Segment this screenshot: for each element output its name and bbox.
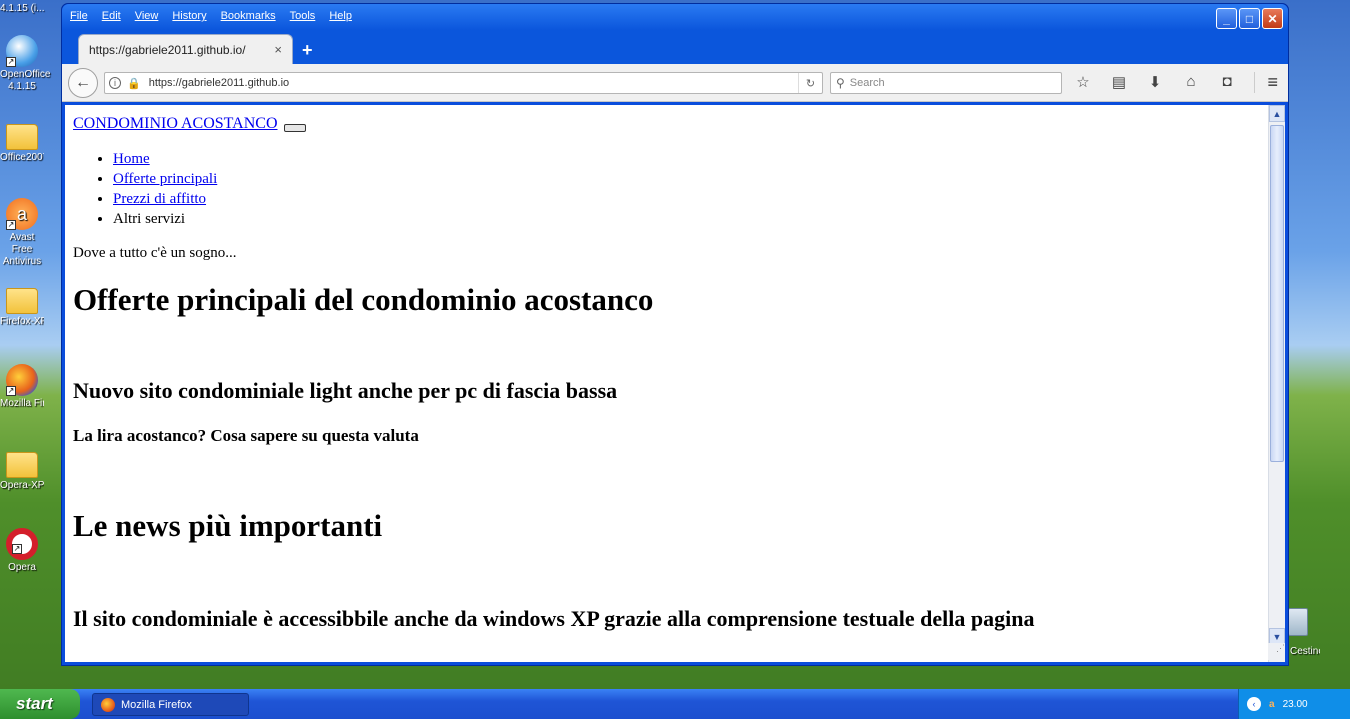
nav-item-offers: Offerte principali [113, 169, 1261, 189]
search-placeholder: Search [849, 77, 885, 89]
url-bar[interactable]: i 🔒 https://gabriele2011.github.io ↻ [104, 72, 823, 94]
desktop-icon-label: Opera [8, 562, 36, 573]
folder-icon [6, 124, 38, 150]
desktop-icon-mozilla-firefox[interactable]: ↗ Mozilla Firefox [0, 364, 44, 410]
search-input[interactable]: ⚲ Search [830, 72, 1062, 94]
start-button[interactable]: start [0, 689, 80, 719]
desktop-icon-label: Firefox-XP... [0, 316, 44, 327]
firefox-window: File Edit View History Bookmarks Tools H… [61, 3, 1289, 666]
scroll-up-arrow-icon[interactable]: ▲ [1269, 105, 1285, 122]
clock[interactable]: 23.00 [1283, 699, 1308, 710]
menu-view[interactable]: View [135, 10, 159, 22]
menu-bookmarks[interactable]: Bookmarks [221, 10, 276, 22]
brand-link[interactable]: CONDOMINIO ACOSTANCO [73, 115, 278, 133]
desktop-icon-firefox-xp-folder[interactable]: Firefox-XP... [0, 284, 44, 328]
nav-item-home: Home [113, 149, 1261, 169]
taskbar-item-label: Mozilla Firefox [121, 698, 192, 711]
tab-close-icon[interactable]: × [274, 42, 282, 57]
page-content: CONDOMINIO ACOSTANCO Home Offerte princi… [65, 105, 1269, 662]
heading-offers: Offerte principali del condominio acosta… [73, 282, 654, 317]
close-window-button[interactable]: ✕ [1262, 8, 1283, 29]
back-arrow-icon: ← [75, 74, 91, 91]
url-text[interactable]: https://gabriele2011.github.io [149, 77, 798, 89]
folder-icon [6, 452, 38, 478]
pocket-icon[interactable]: ◘ [1216, 73, 1238, 91]
reload-icon[interactable]: ↻ [798, 73, 822, 93]
navigation-toolbar: ← i 🔒 https://gabriele2011.github.io ↻ ⚲… [62, 64, 1288, 102]
post-title-light-site: Nuovo sito condominiale light anche per … [73, 378, 618, 403]
hamburger-menu-icon[interactable]: ≡ [1254, 72, 1278, 93]
desktop-icon-opera-xpvista[interactable]: Opera-XPVista [0, 448, 44, 492]
back-button[interactable]: ← [68, 68, 98, 98]
site-nav-list: Home Offerte principali Prezzi di affitt… [113, 149, 1261, 229]
desktop-icon-office2007[interactable]: Office2007 [0, 120, 44, 164]
firefox-icon: ↗ [6, 364, 38, 396]
menu-history[interactable]: History [172, 10, 206, 22]
tray-expand-icon[interactable]: ‹ [1247, 697, 1261, 711]
window-titlebar[interactable]: File Edit View History Bookmarks Tools H… [62, 4, 1288, 30]
desktop-icon-label: OpenOffice 4.1.15 [0, 69, 51, 92]
menu-edit[interactable]: Edit [102, 10, 121, 22]
desktop-icon-label: Opera-XPVista [0, 480, 44, 491]
resize-grip-icon[interactable]: ⋰ [1268, 643, 1285, 660]
desktop-icon-label: Mozilla Firefox [0, 398, 44, 409]
tab-strip: https://gabriele2011.github.io/ × + [62, 30, 1288, 64]
openoffice-icon: ↗ [6, 35, 38, 67]
bookmark-star-icon[interactable]: ☆ [1072, 73, 1094, 91]
nav-link-offers[interactable]: Offerte principali [113, 171, 217, 187]
taskbar: start Mozilla Firefox IT ‹ a 23.00 [0, 689, 1350, 719]
nav-link-home[interactable]: Home [113, 151, 150, 167]
system-tray: ‹ a 23.00 [1238, 689, 1350, 719]
heading-news: Le news più importanti [73, 508, 383, 543]
firefox-icon [101, 697, 115, 712]
recycle-bin-icon[interactable] [1288, 608, 1308, 636]
desktop-icon-label: Office2007 [0, 152, 44, 163]
downloads-icon[interactable]: ⬇ [1144, 73, 1166, 91]
recycle-bin-label: Cestino [1290, 646, 1320, 657]
desktop-top-label: 4.1.15 (i... [0, 3, 45, 14]
menu-tools[interactable]: Tools [290, 10, 316, 22]
desktop-icon-openoffice[interactable]: ↗ OpenOffice 4.1.15 [0, 35, 51, 93]
menu-help[interactable]: Help [329, 10, 352, 22]
desktop-icon-label: Avast Free Antivirus [2, 232, 42, 267]
nav-item-prices: Prezzi di affitto [113, 189, 1261, 209]
tab-active[interactable]: https://gabriele2011.github.io/ × [78, 34, 293, 64]
folder-icon [6, 288, 38, 314]
menu-file[interactable]: File [70, 10, 88, 22]
maximize-button[interactable]: □ [1239, 8, 1260, 29]
lock-icon[interactable]: 🔒 [127, 77, 141, 90]
window-controls: _ □ ✕ [1216, 8, 1283, 29]
desktop-icon-opera[interactable]: ↗ Opera [0, 528, 44, 574]
minimize-button[interactable]: _ [1216, 8, 1237, 29]
taskbar-item-firefox[interactable]: Mozilla Firefox [92, 693, 249, 716]
post-title-lira: La lira acostanco? Cosa sapere su questa… [73, 426, 419, 445]
tab-title: https://gabriele2011.github.io/ [89, 42, 246, 57]
bookmarks-menu-icon[interactable]: ▤ [1108, 73, 1130, 91]
post-title-windows-xp: Il sito condominiale è accessibbile anch… [73, 606, 1035, 631]
scrollbar-thumb[interactable] [1270, 125, 1284, 462]
nav-item-other-services: Altri servizi [113, 209, 1261, 229]
new-tab-button[interactable]: + [302, 40, 313, 61]
vertical-scrollbar[interactable]: ▲ ▼ [1268, 105, 1285, 662]
site-tagline: Dove a tutto c'è un sogno... [73, 245, 237, 261]
avast-icon: a ↗ [6, 198, 38, 230]
info-icon[interactable]: i [109, 77, 121, 89]
avast-tray-icon[interactable]: a [1269, 699, 1275, 710]
menu-bar: File Edit View History Bookmarks Tools H… [70, 10, 352, 22]
opera-icon: ↗ [6, 528, 38, 560]
desktop-icon-avast[interactable]: a ↗ Avast Free Antivirus [0, 198, 44, 268]
nav-link-prices[interactable]: Prezzi di affitto [113, 191, 206, 207]
home-icon[interactable]: ⌂ [1180, 73, 1202, 91]
navbar-toggler-button[interactable] [283, 124, 306, 132]
toolbar-icons: ☆ ▤ ⬇ ⌂ ◘ [1072, 73, 1238, 91]
navbar-brand-row: CONDOMINIO ACOSTANCO [73, 115, 1261, 133]
search-icon: ⚲ [836, 76, 845, 90]
